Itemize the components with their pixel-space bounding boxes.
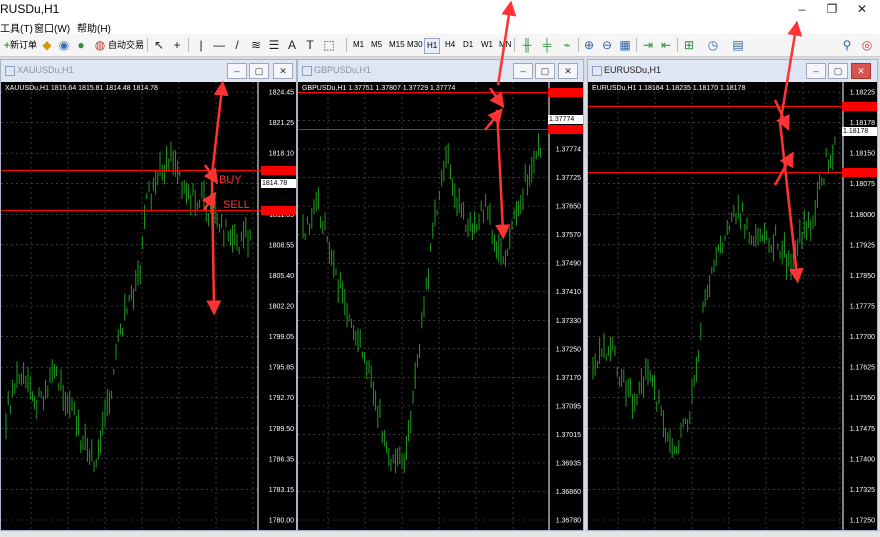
annotation-arrow (201, 191, 217, 211)
annotation-overlay (201, 0, 804, 316)
annotation-arrow (778, 121, 804, 284)
annotation-arrow (495, 109, 511, 240)
annotation-arrow (484, 108, 503, 131)
annotation-arrow (496, 0, 517, 86)
annotation-arrow (488, 87, 505, 109)
annotation-arrow (210, 80, 229, 176)
annotation-arrow (778, 20, 803, 126)
